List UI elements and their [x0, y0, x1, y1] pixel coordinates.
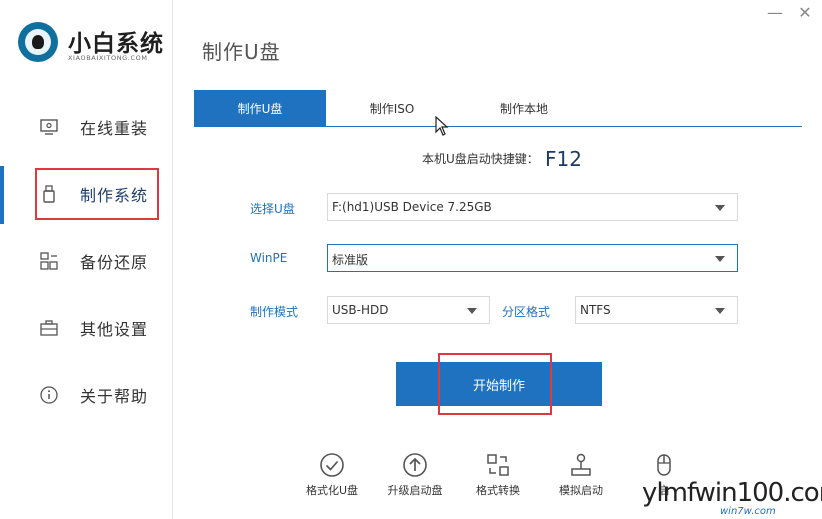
sidebar-item-label: 关于帮助 [80, 387, 149, 406]
logo-icon [18, 22, 58, 62]
hotkey-label: 本机U盘启动快捷键： [422, 152, 539, 166]
winpe-select-value: 标准版 [332, 253, 369, 267]
check-circle-icon [320, 453, 344, 477]
partition-select-label: 分区格式 [502, 305, 551, 319]
mouse-icon [657, 454, 671, 476]
partition-select[interactable]: NTFS [575, 296, 738, 324]
usb-select-value: F:(hd1)USB Device 7.25GB [332, 200, 492, 214]
sidebar-item-about-help[interactable]: 关于帮助 [0, 375, 171, 415]
sidebar-item-label: 备份还原 [80, 253, 149, 272]
logo-subtitle: XIAOBAIXITONG.COM [68, 54, 148, 62]
page-title: 制作U盘 [202, 40, 281, 64]
convert-icon [487, 454, 509, 476]
minimize-button[interactable]: — [766, 4, 784, 22]
sidebar-item-label: 其他设置 [80, 320, 149, 339]
app-window: 小白系统 XIAOBAIXITONG.COM 在线重装 制作系统 备份还原 其他… [0, 0, 822, 519]
usb-select-label: 选择U盘 [250, 202, 295, 216]
tool-label: 升级启动盘 [387, 484, 443, 497]
hotkey-value: F12 [545, 147, 582, 171]
partition-select-value: NTFS [580, 303, 611, 317]
sidebar-item-label: 在线重装 [80, 119, 149, 138]
simulate-boot-tool[interactable]: 模拟启动 [545, 452, 617, 508]
mode-select-value: USB-HDD [332, 303, 389, 317]
mode-select-label: 制作模式 [250, 305, 299, 319]
logo-title: 小白系统 [68, 31, 164, 57]
mode-select[interactable]: USB-HDD [327, 296, 490, 324]
start-button-highlight-annotation [438, 353, 552, 415]
mouse-cursor-icon [435, 116, 449, 136]
chevron-down-icon [715, 205, 725, 211]
tool-label: 模拟启动 [559, 484, 603, 497]
tab-make-usb[interactable]: 制作U盘 [194, 90, 326, 126]
backup-grid-icon [40, 252, 58, 270]
app-logo: 小白系统 XIAOBAIXITONG.COM [18, 22, 168, 66]
sidebar-item-backup-restore[interactable]: 备份还原 [0, 241, 171, 281]
watermark-subtext: win7w.com [720, 506, 776, 517]
winpe-select-label: WinPE [250, 251, 288, 265]
tab-bar: 制作U盘 制作ISO 制作本地 [194, 90, 802, 127]
usb-select[interactable]: F:(hd1)USB Device 7.25GB [327, 193, 738, 221]
format-usb-tool[interactable]: 格式化U盘 [296, 452, 368, 508]
tool-label: 格式转换 [476, 484, 520, 497]
sidebar: 小白系统 XIAOBAIXITONG.COM 在线重装 制作系统 备份还原 其他… [0, 0, 173, 519]
sidebar-item-other-settings[interactable]: 其他设置 [0, 308, 171, 348]
upgrade-boot-disk-tool[interactable]: 升级启动盘 [379, 452, 451, 508]
tool-label: 格式化U盘 [305, 484, 359, 497]
monitor-icon [40, 118, 58, 136]
chevron-down-icon [715, 256, 725, 262]
joystick-icon [571, 453, 591, 476]
format-convert-tool[interactable]: 格式转换 [462, 452, 534, 508]
watermark-text: ylmfwin100.com [642, 478, 822, 508]
sidebar-highlight-annotation [35, 168, 159, 220]
chevron-down-icon [715, 308, 725, 314]
close-button[interactable]: ✕ [796, 4, 814, 22]
sidebar-active-indicator [0, 166, 4, 224]
chevron-down-icon [467, 308, 477, 314]
info-icon [40, 386, 58, 404]
sidebar-item-online-reinstall[interactable]: 在线重装 [0, 107, 171, 147]
winpe-select[interactable]: 标准版 [327, 244, 738, 272]
briefcase-icon [40, 319, 58, 337]
upgrade-arrow-icon [403, 453, 427, 477]
tab-make-local[interactable]: 制作本地 [458, 90, 590, 126]
